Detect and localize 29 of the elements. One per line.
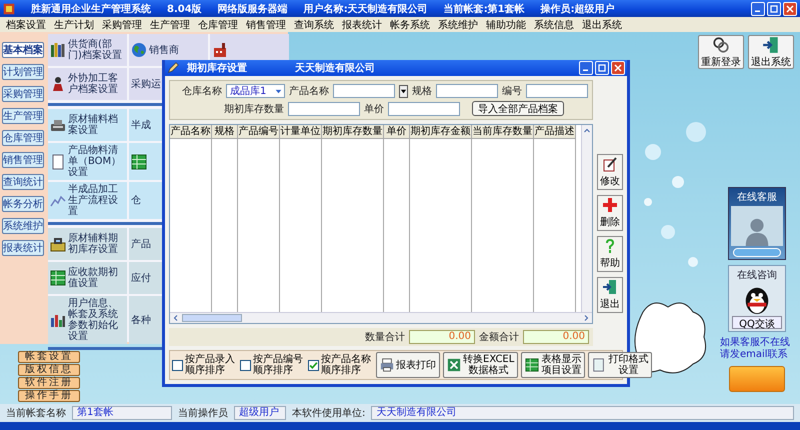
checkbox-label: 按产品编号顺序排序: [253, 354, 304, 376]
status-field: 超级用户: [234, 406, 286, 420]
company-name: 天天制造有限公司: [295, 62, 375, 75]
total-label: 数量合计: [365, 330, 405, 344]
field-label: 产品名称: [288, 84, 329, 98]
window-title: 胜新通用企业生产管理系统: [31, 2, 151, 16]
email-note: 如果客服不在线请发email联系: [720, 337, 791, 361]
field-label: 仓库名称: [182, 84, 222, 98]
checkbox-label: 按产品名称顺序排序: [321, 354, 372, 376]
user-name-text: 用户名称:天天制造有限公司: [304, 2, 428, 16]
total-field: 0.00: [409, 330, 475, 344]
account-set-text: 当前帐套:第1套帐: [444, 2, 525, 16]
operator-text: 操作员:超级用户: [540, 2, 615, 16]
status-label: 当前帐套名称: [6, 406, 66, 420]
status-field: 天天制造有限公司: [371, 406, 794, 420]
card-title: 在线客服: [737, 190, 777, 204]
card-title: 在线咨询: [737, 268, 777, 282]
total-label: 金额合计: [479, 330, 519, 344]
checkbox-label: 按产品录入顺序排序: [185, 354, 236, 376]
edition-text: 网络版服务器端: [218, 2, 288, 16]
field-label: 期初库存数量: [224, 102, 284, 116]
field-label: 编号: [502, 84, 522, 98]
field-label: 单价: [364, 102, 384, 116]
total-field: 0.00: [523, 330, 589, 344]
version-text: 8.04版: [167, 2, 202, 16]
status-label: 本软件使用单位:: [292, 406, 366, 420]
status-label: 当前操作员: [178, 406, 228, 420]
field-label: 规格: [412, 84, 432, 98]
status-field: 第1套帐: [72, 406, 172, 420]
